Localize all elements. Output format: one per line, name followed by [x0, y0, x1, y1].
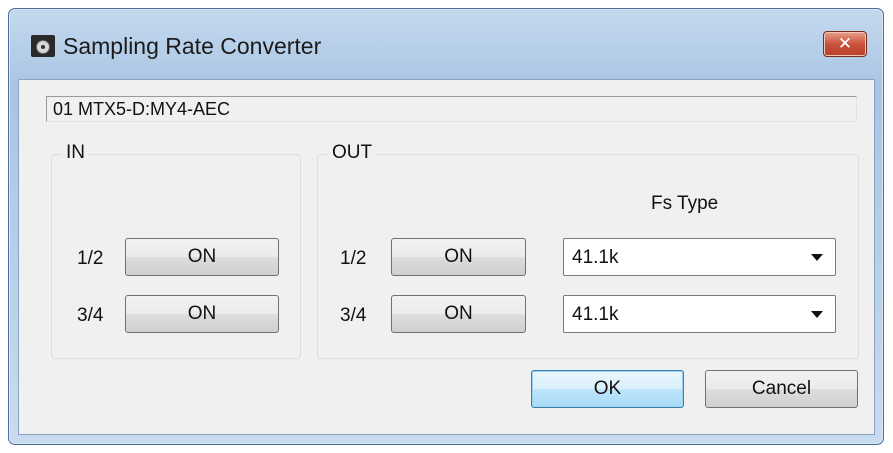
cancel-label: Cancel [751, 378, 812, 399]
out-3-4-on-button[interactable]: ON [391, 295, 526, 333]
close-icon: ✕ [837, 34, 853, 53]
out-3-4-fs-type-select[interactable]: 41.1k [563, 295, 836, 333]
fs-type-header: Fs Type [651, 193, 719, 214]
in-groupbox: IN 1/2 ON 3/4 ON [51, 142, 301, 359]
window-title: Sampling Rate Converter [63, 33, 322, 59]
out-3-4-fs-type-value: 41.1k [572, 304, 619, 325]
chevron-down-icon [811, 311, 823, 318]
out-channel-3-4-label: 3/4 [340, 305, 367, 326]
out-group-label: OUT [328, 142, 377, 164]
out-1-2-on-button[interactable]: ON [391, 238, 526, 276]
in-channel-3-4-label: 3/4 [77, 305, 104, 326]
in-group-label: IN [62, 142, 89, 164]
dialog-body: 01 MTX5-D:MY4-AEC IN 1/2 ON 3/4 ON OUT F… [18, 79, 875, 435]
sampling-rate-converter-dialog: Sampling Rate Converter ✕ 01 MTX5-D:MY4-… [8, 8, 884, 445]
out-groupbox: OUT Fs Type 1/2 ON 41.1k 3/4 ON 41.1k [317, 142, 859, 359]
cancel-button[interactable]: Cancel [705, 370, 858, 408]
device-name-field: 01 MTX5-D:MY4-AEC [46, 96, 857, 122]
ok-label: OK [593, 378, 622, 399]
out-3-4-on-label: ON [444, 303, 473, 324]
in-3-4-on-label: ON [187, 303, 217, 324]
chevron-down-icon [811, 254, 823, 261]
app-icon [31, 35, 55, 57]
ok-button[interactable]: OK [531, 370, 684, 408]
in-3-4-on-button[interactable]: ON [125, 295, 279, 333]
close-button[interactable]: ✕ [823, 31, 867, 57]
title-bar[interactable]: Sampling Rate Converter ✕ [9, 9, 883, 75]
out-1-2-fs-type-select[interactable]: 41.1k [563, 238, 836, 276]
in-channel-1-2-label: 1/2 [77, 248, 104, 269]
out-1-2-fs-type-value: 41.1k [572, 247, 619, 268]
out-channel-1-2-label: 1/2 [340, 248, 367, 269]
in-1-2-on-button[interactable]: ON [125, 238, 279, 276]
out-1-2-on-label: ON [444, 246, 473, 267]
in-1-2-on-label: ON [187, 246, 217, 267]
